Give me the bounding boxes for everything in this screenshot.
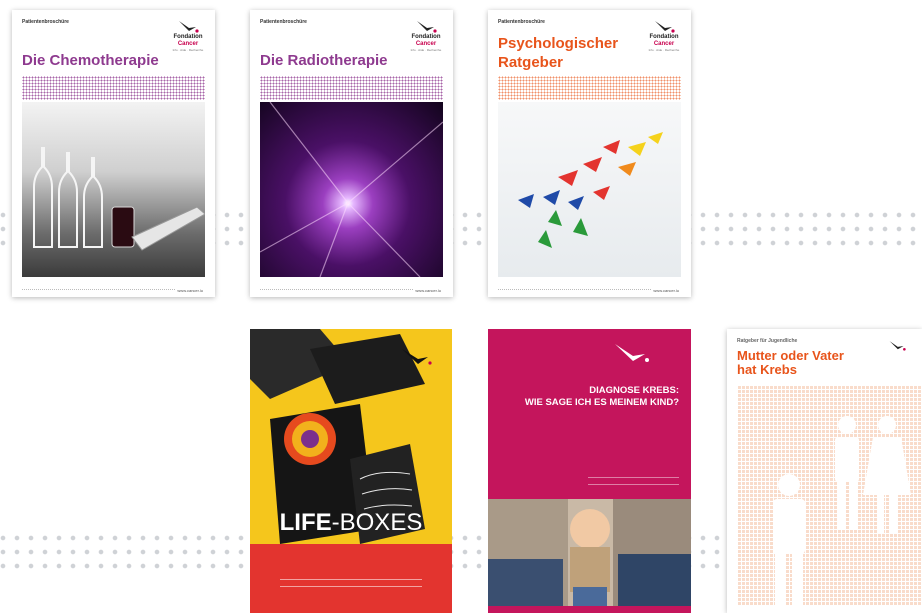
brochure-tag: Patientenbroschüre — [498, 19, 545, 25]
footer-dotted-line — [260, 289, 413, 291]
dotted-pattern-bar — [22, 76, 205, 100]
subtitle-lines — [280, 579, 422, 587]
fondation-cancer-logo: Fondation Cancer Info · Aide · Recherche — [171, 20, 205, 53]
brochure-title: Die Radiotherapie — [260, 52, 388, 69]
fondation-cancer-logo — [615, 344, 649, 362]
parents-child-photo — [488, 499, 691, 606]
fondation-cancer-logo: Fondation Cancer Info · Aide · Recherche — [409, 20, 443, 53]
fondation-cancer-logo: Fondation Cancer Info · Aide · Recherche — [647, 20, 681, 53]
dotted-pattern-bar — [260, 76, 443, 100]
brochure-footer-url: www.cancer.lu — [177, 288, 203, 293]
brochure-footer-url: www.cancer.lu — [415, 288, 441, 293]
dotted-pattern-bar — [498, 76, 681, 100]
brochure-tag: Patientenbroschüre — [260, 19, 307, 25]
brochure-title: Mutter oder Vater hat Krebs — [737, 348, 844, 377]
brochure-mutter-oder-vater[interactable]: Ratgeber für Jugendliche Mutter oder Vat… — [727, 329, 922, 613]
family-pictogram — [737, 385, 922, 605]
brochure-radiotherapie[interactable]: Patientenbroschüre Fondation Cancer Info… — [250, 10, 453, 297]
brochure-tag: Ratgeber für Jugendliche — [737, 338, 798, 344]
brochure-title: Psychologischer Ratgeber — [498, 35, 619, 71]
brochure-psychologischer-ratgeber[interactable]: Patientenbroschüre Fondation Cancer Info… — [488, 10, 691, 297]
brochure-tag: Patientenbroschüre — [22, 19, 69, 25]
fondation-cancer-logo — [884, 339, 910, 357]
chemotherapy-ampoules-photo — [22, 102, 206, 277]
brochure-diagnose-krebs[interactable]: DIAGNOSE KREBS: WIE SAGE ICH ES MEINEM K… — [488, 329, 691, 613]
footer-band — [488, 606, 691, 613]
brochure-title: Die Chemotherapie — [22, 52, 159, 69]
brochure-title: LIFE-BOXES — [279, 509, 423, 536]
footer-dotted-line — [498, 289, 651, 291]
brochure-title: DIAGNOSE KREBS: WIE SAGE ICH ES MEINEM K… — [524, 385, 679, 408]
radiotherapy-light-beams-photo — [259, 101, 444, 278]
paper-boats-photo — [498, 102, 681, 277]
gift-boxes-photo — [250, 329, 452, 613]
brochure-footer-url: www.cancer.lu — [653, 288, 679, 293]
subtitle-lines — [588, 477, 679, 485]
footer-dotted-line — [22, 289, 175, 291]
brochure-chemotherapie[interactable]: Patientenbroschüre Fondation Cancer Info… — [12, 10, 215, 297]
brochure-life-boxes[interactable]: LIFE-BOXES — [250, 329, 452, 613]
